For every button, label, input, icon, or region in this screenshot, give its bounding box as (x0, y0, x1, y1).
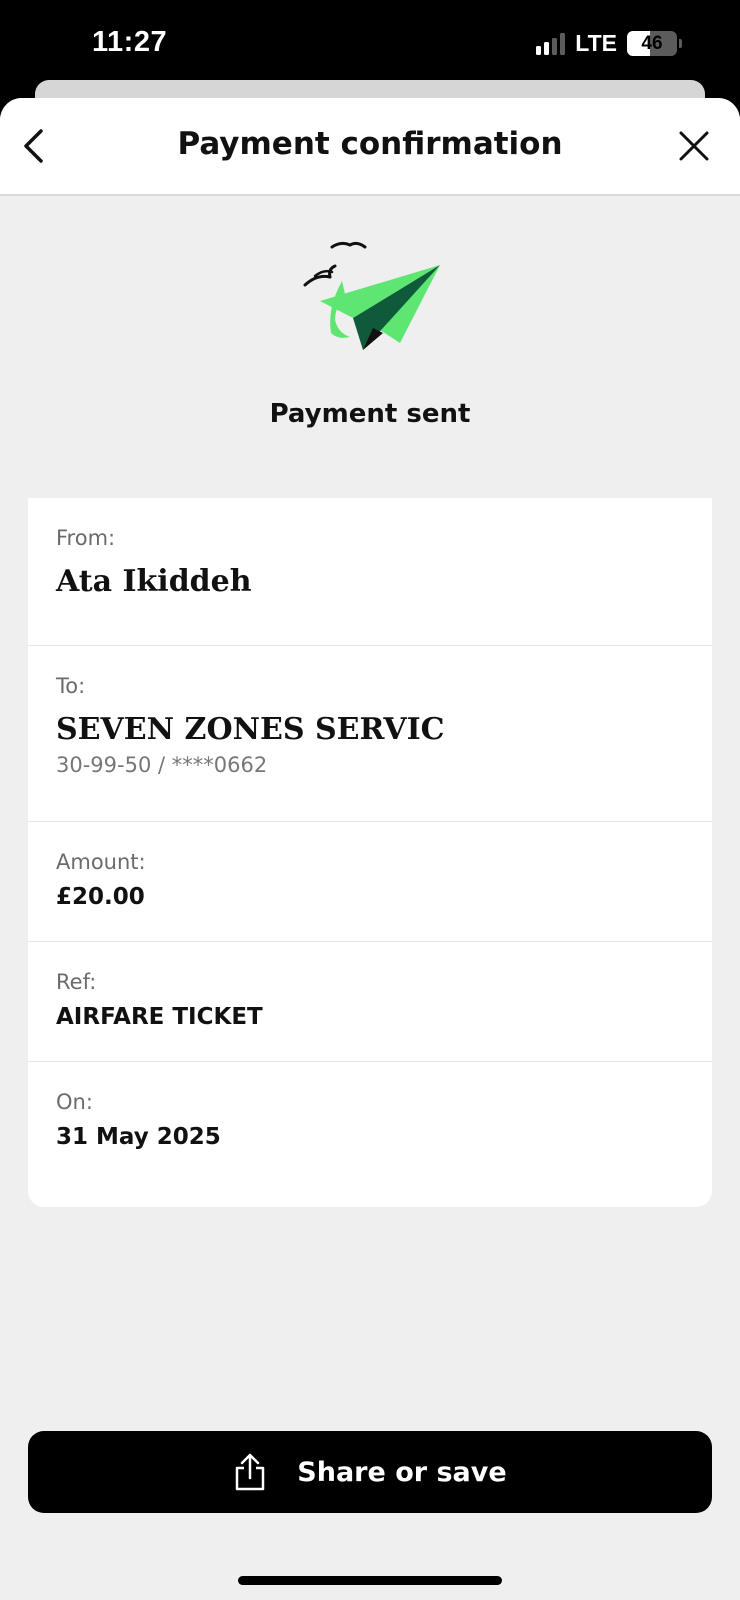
status-time: 11:27 (92, 26, 168, 58)
ref-label: Ref: (56, 970, 97, 994)
date-value: 31 May 2025 (56, 1124, 221, 1150)
battery-level: 46 (641, 33, 663, 54)
payment-details-card: From: Ata Ikiddeh To: SEVEN ZONES SERVIC… (28, 498, 712, 1207)
to-row: To: SEVEN ZONES SERVIC 30-99-50 / ****06… (28, 646, 712, 822)
ref-value: AIRFARE TICKET (56, 1004, 263, 1030)
share-or-save-label: Share or save (297, 1456, 507, 1488)
payment-sent-label: Payment sent (269, 399, 471, 429)
date-label: On: (56, 1090, 93, 1114)
to-account: 30-99-50 / ****0662 (56, 753, 268, 777)
network-type: LTE (575, 30, 617, 56)
battery-icon: 46 (627, 31, 677, 56)
amount-value: £20.00 (56, 884, 145, 910)
payment-confirmation-sheet: Payment confirmation Payment sent From: … (0, 98, 740, 1600)
close-button[interactable] (672, 122, 716, 170)
paper-plane-icon (303, 241, 440, 350)
nav-bar: Payment confirmation (0, 98, 740, 196)
page-title: Payment confirmation (177, 126, 563, 162)
to-label: To: (56, 674, 86, 698)
signal-icon (536, 32, 566, 55)
from-value: Ata Ikiddeh (56, 564, 252, 599)
amount-label: Amount: (56, 850, 146, 874)
close-icon (679, 131, 709, 161)
amount-row: Amount: £20.00 (28, 822, 712, 942)
share-or-save-button[interactable]: Share or save (28, 1431, 712, 1513)
payment-status: Payment sent (0, 238, 740, 429)
battery-nub (679, 39, 682, 48)
from-row: From: Ata Ikiddeh (28, 498, 712, 646)
from-label: From: (56, 526, 116, 550)
home-indicator[interactable] (238, 1576, 502, 1585)
ref-row: Ref: AIRFARE TICKET (28, 942, 712, 1062)
date-row: On: 31 May 2025 (28, 1062, 712, 1207)
status-indicators: LTE 46 (536, 30, 682, 57)
share-icon (236, 1453, 265, 1491)
to-value: SEVEN ZONES SERVIC (56, 712, 445, 747)
